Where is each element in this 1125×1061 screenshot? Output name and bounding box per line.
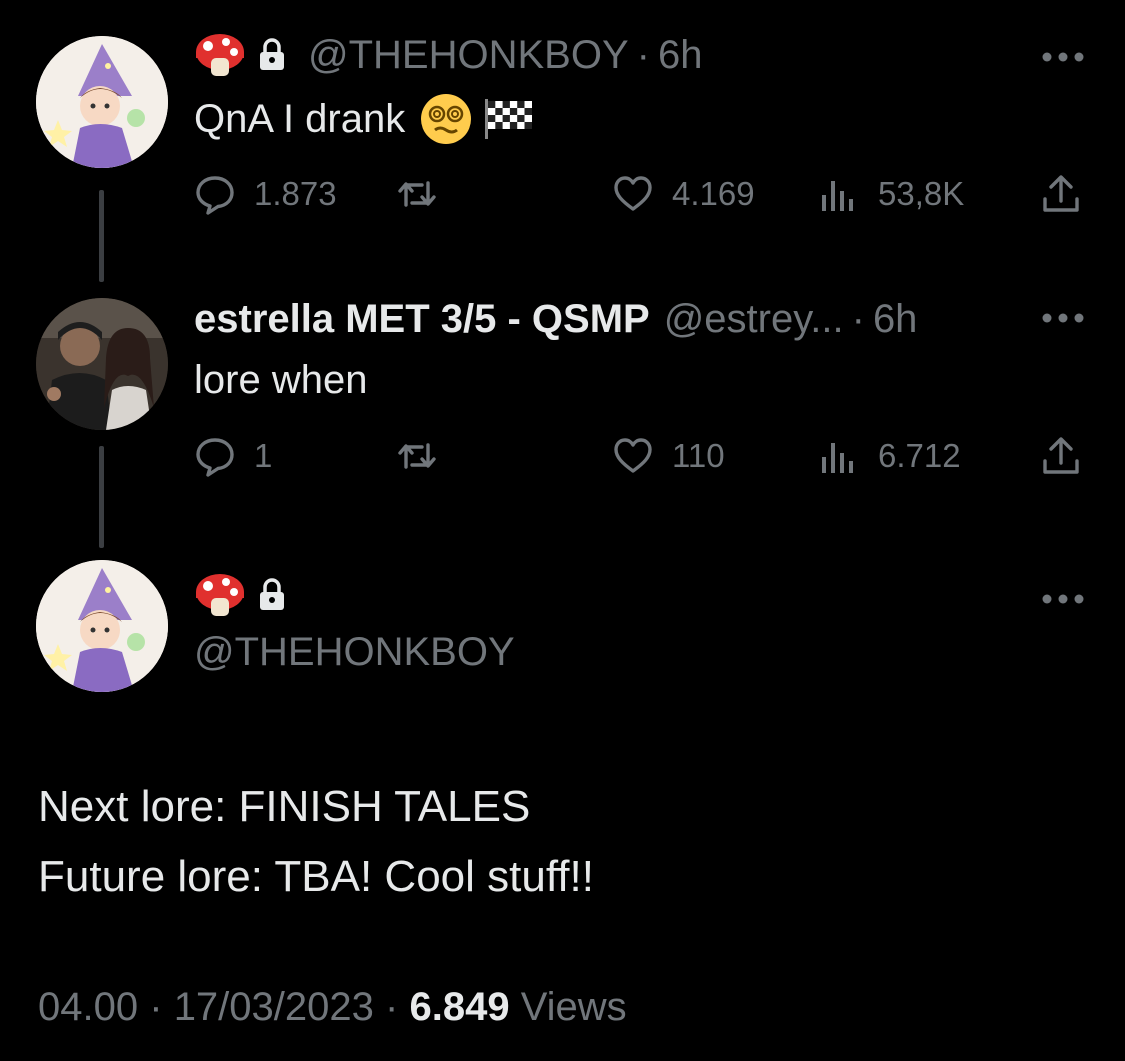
tweet1-views-button[interactable]: 53,8K [818,170,964,218]
tweet2-handle[interactable]: @estrey... [664,297,844,342]
reply-icon [196,176,234,215]
main-tweet-line-2: Future lore: TBA! Cool stuff!! [38,852,594,901]
main-tweet-more-icon[interactable] [1040,592,1086,606]
tweet1-reply-count: 1.873 [254,175,337,212]
retweet-icon [398,181,436,207]
reply-icon [196,438,234,477]
tweet2-more-icon[interactable] [1040,311,1086,325]
retweet-icon [398,443,436,469]
mushroom-icon [196,574,244,616]
footer-sep-1: · [149,985,163,1029]
footer-views-count: 6.849 [409,985,510,1029]
tweet2-reply-count: 1 [254,437,273,474]
tweet1-handle[interactable]: @THEHONKBOY [308,33,629,78]
tweet1-actions: 1.873 4.169 53,8K [194,170,1125,218]
lock-icon [260,38,284,70]
wizard-avatar-icon [36,36,168,168]
lock-icon [260,578,284,610]
tweet1-share-button[interactable] [1040,170,1082,218]
tweet2-share-button[interactable] [1040,432,1082,480]
tweet1-text-row: QnA I drank [194,92,535,146]
footer-date[interactable]: 17/03/2023 [174,985,374,1029]
tweet1-like-button[interactable]: 4.169 [612,170,755,218]
share-icon [1043,437,1079,474]
tweet2-like-button[interactable]: 110 [612,432,725,480]
tweet1-more-icon[interactable] [1040,50,1086,64]
tweet1-retweet-button[interactable] [396,170,456,218]
main-tweet-handle[interactable]: @THEHONKBOY [194,630,515,675]
wizard-avatar-icon [36,560,168,692]
tweet2-text: lore when [194,357,368,402]
footer-views-label: Views [520,985,627,1029]
tweet2-separator: · [851,296,865,341]
tweet2-display-name[interactable]: estrella MET 3/5 - QSMP [194,297,650,342]
share-icon [1043,175,1079,212]
tweet1-text: QnA I drank [194,96,406,141]
checkered-flag-icon [485,99,533,139]
thread-connector-1 [99,190,104,282]
mushroom-icon [196,34,244,76]
tweet2-like-count: 110 [672,437,725,474]
tweet1-separator: · [636,32,650,77]
tweet2-retweet-button[interactable] [396,432,456,480]
tweet1-reply-button[interactable]: 1.873 [194,170,337,218]
main-tweet-body: Next lore: FINISH TALES Future lore: TBA… [38,772,594,912]
avatar-thehonkboy-main[interactable] [36,560,168,692]
avatar-estrella[interactable] [36,298,168,430]
photo-avatar-icon [36,298,168,430]
tweet2-views-count: 6.712 [878,437,961,474]
heart-icon [614,438,652,473]
dizzy-face-emoji-icon [421,94,472,144]
avatar-thehonkboy[interactable] [36,36,168,168]
main-tweet-footer: 04.00 · 17/03/2023 · 6.849 Views [38,985,627,1030]
tweet2-text-row: lore when [194,355,367,405]
tweet-thread: @THEHONKBOY · 6h QnA I drank 1.873 4.169… [0,0,1125,1061]
tweet2-actions: 1 110 6.712 [194,432,1125,480]
tweet2-time[interactable]: 6h [873,297,918,342]
views-chart-icon [822,181,853,211]
tweet1-views-count: 53,8K [878,175,965,212]
main-tweet-line-1: Next lore: FINISH TALES [38,782,531,831]
views-chart-icon [822,443,853,473]
tweet2-views-button[interactable]: 6.712 [818,432,961,480]
footer-time[interactable]: 04.00 [38,985,138,1029]
main-tweet-emoji-row [194,572,308,618]
tweet2-reply-button[interactable]: 1 [194,432,272,480]
tweet2-meta: estrella MET 3/5 - QSMP @estrey... · 6h [194,296,917,342]
tweet1-meta: @THEHONKBOY · 6h [194,32,702,78]
thread-connector-2 [99,446,104,548]
heart-icon [614,176,652,211]
footer-sep-2: · [385,985,399,1029]
tweet1-time[interactable]: 6h [658,33,703,78]
tweet1-like-count: 4.169 [672,175,755,212]
